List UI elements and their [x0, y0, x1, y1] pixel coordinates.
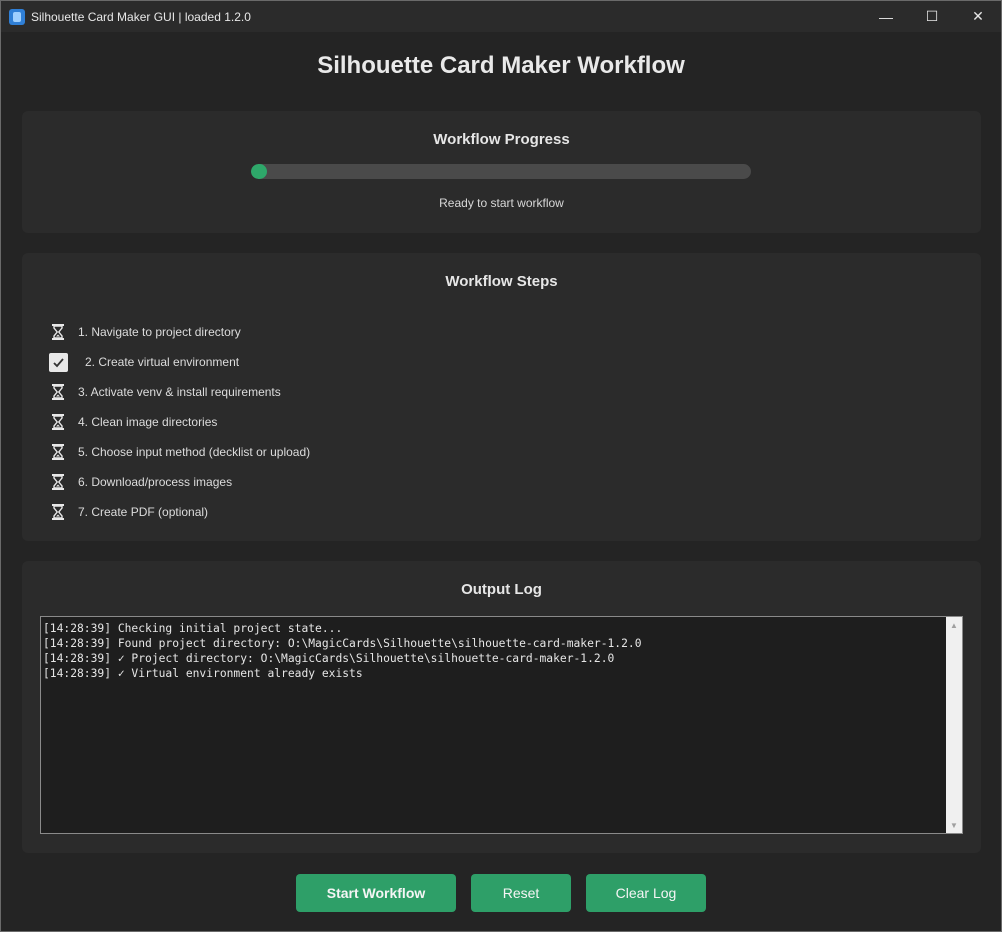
step-item: 6. Download/process images [48, 467, 310, 497]
log-line: [14:28:39] Found project directory: O:\M… [43, 637, 642, 650]
log-line: [14:28:39] ✓ Virtual environment already… [43, 667, 363, 680]
log-line: [14:28:39] Checking initial project stat… [43, 622, 343, 635]
step-item: 1. Navigate to project directory [48, 317, 310, 347]
close-button[interactable]: ✕ [955, 1, 1001, 32]
app-window: Silhouette Card Maker GUI | loaded 1.2.0… [0, 0, 1002, 932]
maximize-button[interactable]: ☐ [909, 1, 955, 32]
steps-panel: Workflow Steps 1. Navigate to project di… [22, 253, 981, 541]
output-log[interactable]: [14:28:39] Checking initial project stat… [40, 616, 963, 834]
step-label: 1. Navigate to project directory [78, 325, 241, 339]
step-label: 6. Download/process images [78, 475, 233, 489]
progress-status-text: Ready to start workflow [439, 196, 564, 210]
hourglass-icon [48, 382, 68, 402]
scroll-up-icon[interactable]: ▲ [946, 617, 962, 633]
progress-panel-title: Workflow Progress [433, 131, 570, 148]
log-panel-title: Output Log [461, 581, 542, 598]
hourglass-icon [48, 412, 68, 432]
log-panel: Output Log [14:28:39] Checking initial p… [22, 561, 981, 853]
hourglass-icon [48, 322, 68, 342]
step-label: 3. Activate venv & install requirements [78, 385, 281, 399]
log-line: [14:28:39] ✓ Project directory: O:\Magic… [43, 652, 615, 665]
title-bar[interactable]: Silhouette Card Maker GUI | loaded 1.2.0… [1, 1, 1001, 32]
step-label: 5. Choose input method (decklist or uplo… [78, 445, 311, 459]
step-item: 2. Create virtual environment [48, 347, 310, 377]
hourglass-icon [48, 442, 68, 462]
step-item: 3. Activate venv & install requirements [48, 377, 310, 407]
reset-button[interactable]: Reset [471, 874, 571, 912]
steps-list: 1. Navigate to project directory 2. Creat… [48, 317, 310, 527]
window-controls: — ☐ ✕ [863, 1, 1001, 32]
scroll-down-icon[interactable]: ▼ [946, 817, 962, 833]
step-label: 4. Clean image directories [78, 415, 218, 429]
hourglass-icon [48, 502, 68, 522]
progress-panel: Workflow Progress Ready to start workflo… [22, 111, 981, 233]
step-item: 7. Create PDF (optional) [48, 497, 310, 527]
app-icon [9, 8, 25, 25]
log-text: [14:28:39] Checking initial project stat… [43, 621, 943, 681]
step-label: 7. Create PDF (optional) [78, 505, 209, 519]
check-icon [49, 352, 68, 372]
page-title: Silhouette Card Maker Workflow [317, 52, 685, 79]
minimize-button[interactable]: — [863, 1, 909, 32]
step-label: 2. Create virtual environment [85, 355, 240, 369]
step-item: 4. Clean image directories [48, 407, 310, 437]
log-scrollbar[interactable]: ▲ ▼ [946, 617, 962, 833]
progress-bar-fill [251, 164, 267, 179]
step-item: 5. Choose input method (decklist or uplo… [48, 437, 310, 467]
start-workflow-button[interactable]: Start Workflow [296, 874, 456, 912]
window-title: Silhouette Card Maker GUI | loaded 1.2.0 [31, 9, 251, 24]
steps-panel-title: Workflow Steps [445, 273, 558, 290]
clear-log-button[interactable]: Clear Log [586, 874, 706, 912]
progress-bar [251, 164, 751, 179]
main-content: Silhouette Card Maker Workflow Workflow … [1, 32, 1001, 931]
hourglass-icon [48, 472, 68, 492]
